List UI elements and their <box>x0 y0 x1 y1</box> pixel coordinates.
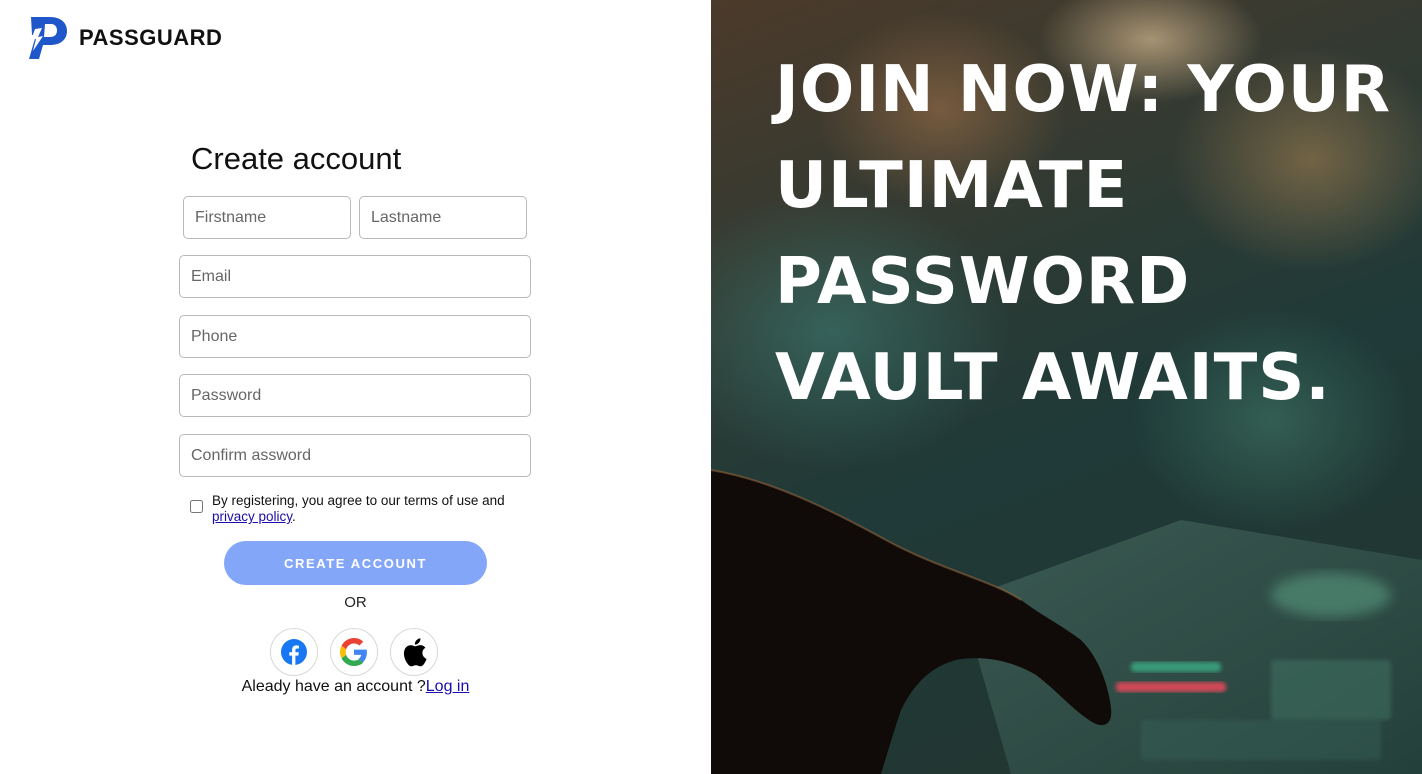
brand-logo[interactable]: PASSGUARD <box>26 15 222 61</box>
terms-period: . <box>292 509 296 524</box>
terms-text: By registering, you agree to our terms o… <box>212 493 532 525</box>
lastname-input[interactable] <box>359 196 527 239</box>
hero-headline: JOIN NOW: YOUR ULTIMATE PASSWORD VAULT A… <box>775 53 1392 415</box>
login-prompt-text: Aleady have an account ? <box>241 678 426 695</box>
or-divider: OR <box>344 594 367 611</box>
signup-panel: PASSGUARD Create account By registering,… <box>0 0 711 774</box>
terms-label: By registering, you agree to our terms o… <box>212 493 505 508</box>
facebook-icon <box>281 639 307 665</box>
privacy-policy-link[interactable]: privacy policy <box>212 509 292 524</box>
firstname-input[interactable] <box>183 196 351 239</box>
phone-input[interactable] <box>179 315 531 358</box>
hero-panel: JOIN NOW: YOUR ULTIMATE PASSWORD VAULT A… <box>711 0 1422 774</box>
google-signin-button[interactable] <box>330 628 378 676</box>
login-prompt: Aleady have an account ?Log in <box>0 678 711 696</box>
password-input[interactable] <box>179 374 531 417</box>
apple-icon <box>403 638 427 667</box>
facebook-signin-button[interactable] <box>270 628 318 676</box>
brand-name: PASSGUARD <box>79 25 223 50</box>
login-link[interactable]: Log in <box>426 678 470 695</box>
confirm-password-input[interactable] <box>179 434 531 477</box>
apple-signin-button[interactable] <box>390 628 438 676</box>
terms-checkbox[interactable] <box>190 500 203 513</box>
email-input[interactable] <box>179 255 531 298</box>
create-account-button[interactable]: CREATE ACCOUNT <box>224 541 487 585</box>
page-title: Create account <box>191 141 402 176</box>
passguard-logo-icon <box>29 17 67 59</box>
google-icon <box>340 638 367 666</box>
